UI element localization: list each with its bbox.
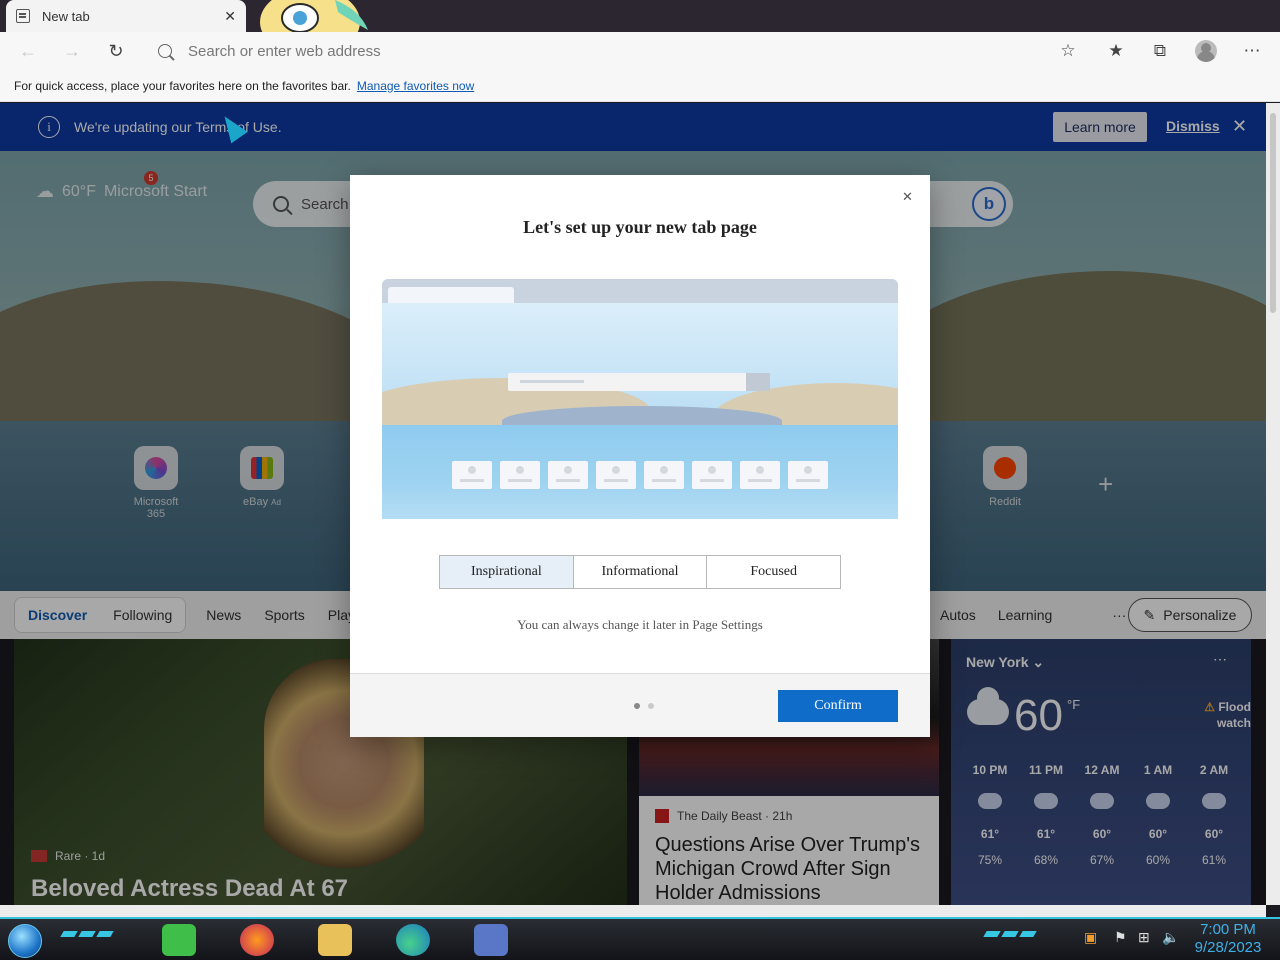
preview-tile — [596, 461, 636, 489]
favorites-bar: For quick access, place your favorites h… — [0, 70, 1280, 102]
clock-date: 9/28/2023 — [1194, 939, 1262, 956]
forward-icon[interactable]: → — [60, 40, 84, 62]
volume-icon[interactable]: 🔈 — [1162, 929, 1179, 946]
favorites-bar-text: For quick access, place your favorites h… — [14, 78, 351, 93]
network-icon[interactable]: ⊞ — [1138, 929, 1150, 946]
address-placeholder: Search or enter web address — [188, 42, 381, 60]
dialog-hint: You can always change it later in Page S… — [517, 617, 763, 632]
close-tab-icon[interactable]: ✕ — [224, 8, 236, 25]
notes-app-icon[interactable] — [162, 924, 196, 956]
back-icon[interactable]: ← — [16, 40, 40, 62]
firefox-icon[interactable] — [240, 924, 274, 956]
taskbar: ▣ ⚑ ⊞ 🔈 7:00 PM 9/28/2023 — [0, 917, 1280, 960]
taskbar-decoration — [60, 931, 132, 945]
preview-tile — [452, 461, 492, 489]
setup-new-tab-dialog: ✕ Let's set up your new tab page Inspira… — [350, 175, 930, 737]
tray-app-icon[interactable]: ▣ — [1084, 929, 1097, 946]
add-favorite-icon[interactable]: ☆ — [1056, 39, 1080, 63]
manage-favorites-link[interactable]: Manage favorites now — [357, 79, 474, 93]
preview-tile — [788, 461, 828, 489]
preview-tile — [500, 461, 540, 489]
dialog-footer: Confirm — [350, 673, 930, 737]
flag-icon[interactable]: ⚑ — [1114, 929, 1127, 946]
tab-strip: New tab ✕ — [0, 0, 1280, 56]
browser-toolbar: ← → ↻ Search or enter web address ☆ ★ ⧉ … — [0, 32, 1280, 70]
preview-search-bar — [508, 373, 770, 391]
dialog-title: Let's set up your new tab page — [523, 217, 757, 237]
preview-tile — [548, 461, 588, 489]
vertical-scrollbar[interactable] — [1266, 103, 1280, 905]
page-dot — [648, 703, 654, 709]
clock[interactable]: 7:00 PM 9/28/2023 — [1185, 921, 1271, 957]
favorites-icon[interactable]: ★ — [1104, 39, 1128, 63]
preview-tile — [644, 461, 684, 489]
option-focused[interactable]: Focused — [707, 556, 840, 588]
file-explorer-icon[interactable] — [318, 924, 352, 956]
confirm-button[interactable]: Confirm — [778, 690, 898, 722]
tab-new-tab[interactable]: New tab ✕ — [6, 0, 246, 32]
app-window-icon[interactable] — [474, 924, 508, 956]
more-menu-icon[interactable]: ⋯ — [1240, 39, 1264, 63]
option-informational[interactable]: Informational — [574, 556, 708, 588]
clock-time: 7:00 PM — [1200, 921, 1256, 938]
taskbar-decoration — [983, 931, 1055, 945]
tab-page-icon — [16, 9, 30, 23]
edge-icon[interactable] — [396, 924, 430, 956]
layout-option-group: Inspirational Informational Focused — [439, 555, 841, 589]
option-inspirational[interactable]: Inspirational — [440, 556, 574, 588]
page-indicator — [634, 703, 654, 709]
start-button[interactable] — [8, 924, 42, 958]
preview-tile — [692, 461, 732, 489]
scrollbar-thumb[interactable] — [1270, 113, 1276, 313]
refresh-icon[interactable]: ↻ — [104, 40, 128, 62]
screen: New tab ✕ ← → ↻ Search or enter web addr… — [0, 0, 1280, 960]
search-icon — [158, 44, 172, 58]
horizontal-scrollbar[interactable] — [0, 905, 1266, 917]
close-dialog-icon[interactable]: ✕ — [902, 189, 913, 205]
tab-title: New tab — [42, 8, 90, 24]
address-bar[interactable]: Search or enter web address — [148, 36, 948, 66]
preview-tile — [740, 461, 780, 489]
profile-avatar[interactable] — [1195, 40, 1217, 62]
collections-icon[interactable]: ⧉ — [1148, 39, 1172, 63]
layout-preview-image — [382, 279, 898, 519]
page-dot-active — [634, 703, 640, 709]
